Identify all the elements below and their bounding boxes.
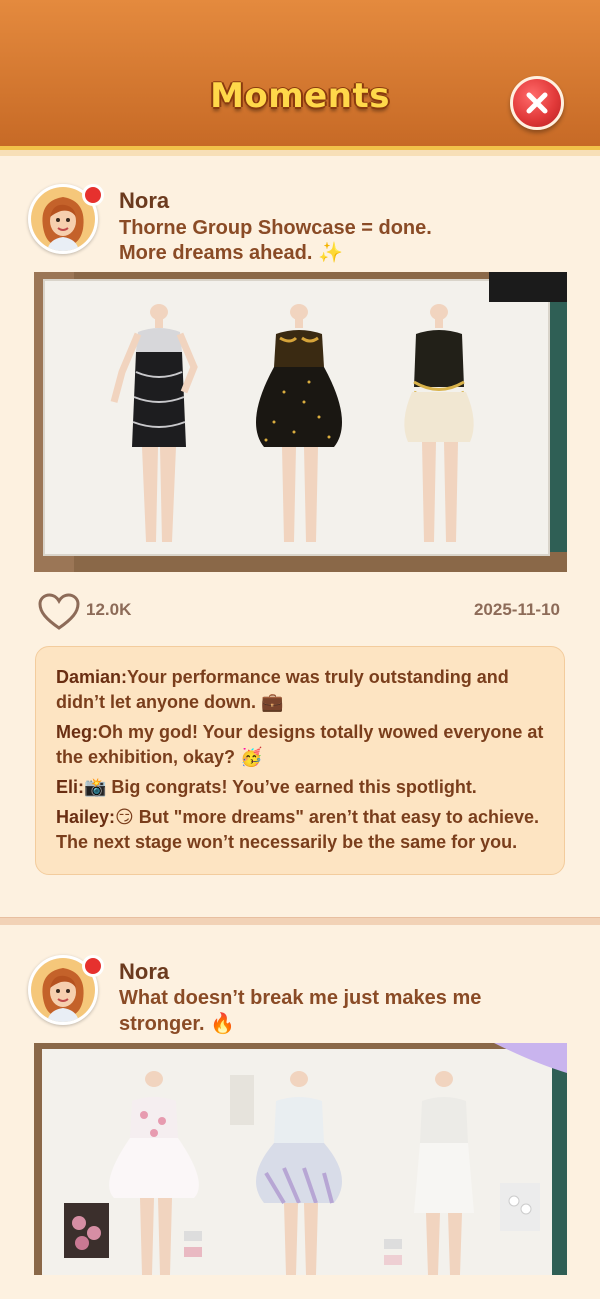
- avatar[interactable]: [28, 184, 104, 254]
- comment-author: Damian:: [56, 667, 128, 687]
- post-divider: [0, 917, 600, 925]
- comment: Hailey:😏 But "more dreams" aren’t that e…: [56, 805, 544, 855]
- post-author: Nora: [119, 959, 170, 984]
- notification-dot: [82, 955, 104, 977]
- post-caption-line1: What doesn’t break me just makes me: [119, 987, 482, 1009]
- post-stats: 12.0K 2025-11-10: [38, 593, 560, 631]
- notification-dot: [82, 184, 104, 206]
- like-count: 12.0K: [86, 600, 132, 619]
- comments-box: Damian:Your performance was truly outsta…: [35, 646, 565, 875]
- comment: Eli:📸 Big congrats! You’ve earned this s…: [56, 775, 544, 800]
- post-date: 2025-11-10: [473, 600, 560, 619]
- post-image[interactable]: [34, 1043, 567, 1275]
- post-caption-line2: More dreams ahead. ✨: [119, 242, 343, 264]
- comment: Meg:Oh my god! Your designs totally wowe…: [56, 720, 544, 770]
- comment-text: 😏 But "more dreams" aren’t that easy to …: [56, 807, 540, 852]
- comment-author: Eli:: [56, 777, 85, 797]
- comment-author: Meg:: [56, 722, 98, 742]
- heart-icon[interactable]: [38, 593, 80, 631]
- moment-post: Nora Thorne Group Showcase = done. More …: [0, 0, 600, 917]
- comment: Damian:Your performance was truly outsta…: [56, 665, 544, 715]
- comment-author: Hailey:: [56, 807, 116, 827]
- post-caption-line1: Thorne Group Showcase = done.: [119, 217, 432, 239]
- post-author: Nora: [119, 188, 170, 213]
- moment-post: Nora What doesn’t break me just makes me…: [0, 925, 600, 1299]
- post-caption-line2: stronger. 🔥: [119, 1013, 236, 1035]
- avatar[interactable]: [28, 955, 104, 1025]
- post-image[interactable]: [34, 272, 567, 572]
- comment-text: 📸 Big congrats! You’ve earned this spotl…: [84, 777, 477, 797]
- comment-text: Oh my god! Your designs totally wowed ev…: [56, 722, 544, 767]
